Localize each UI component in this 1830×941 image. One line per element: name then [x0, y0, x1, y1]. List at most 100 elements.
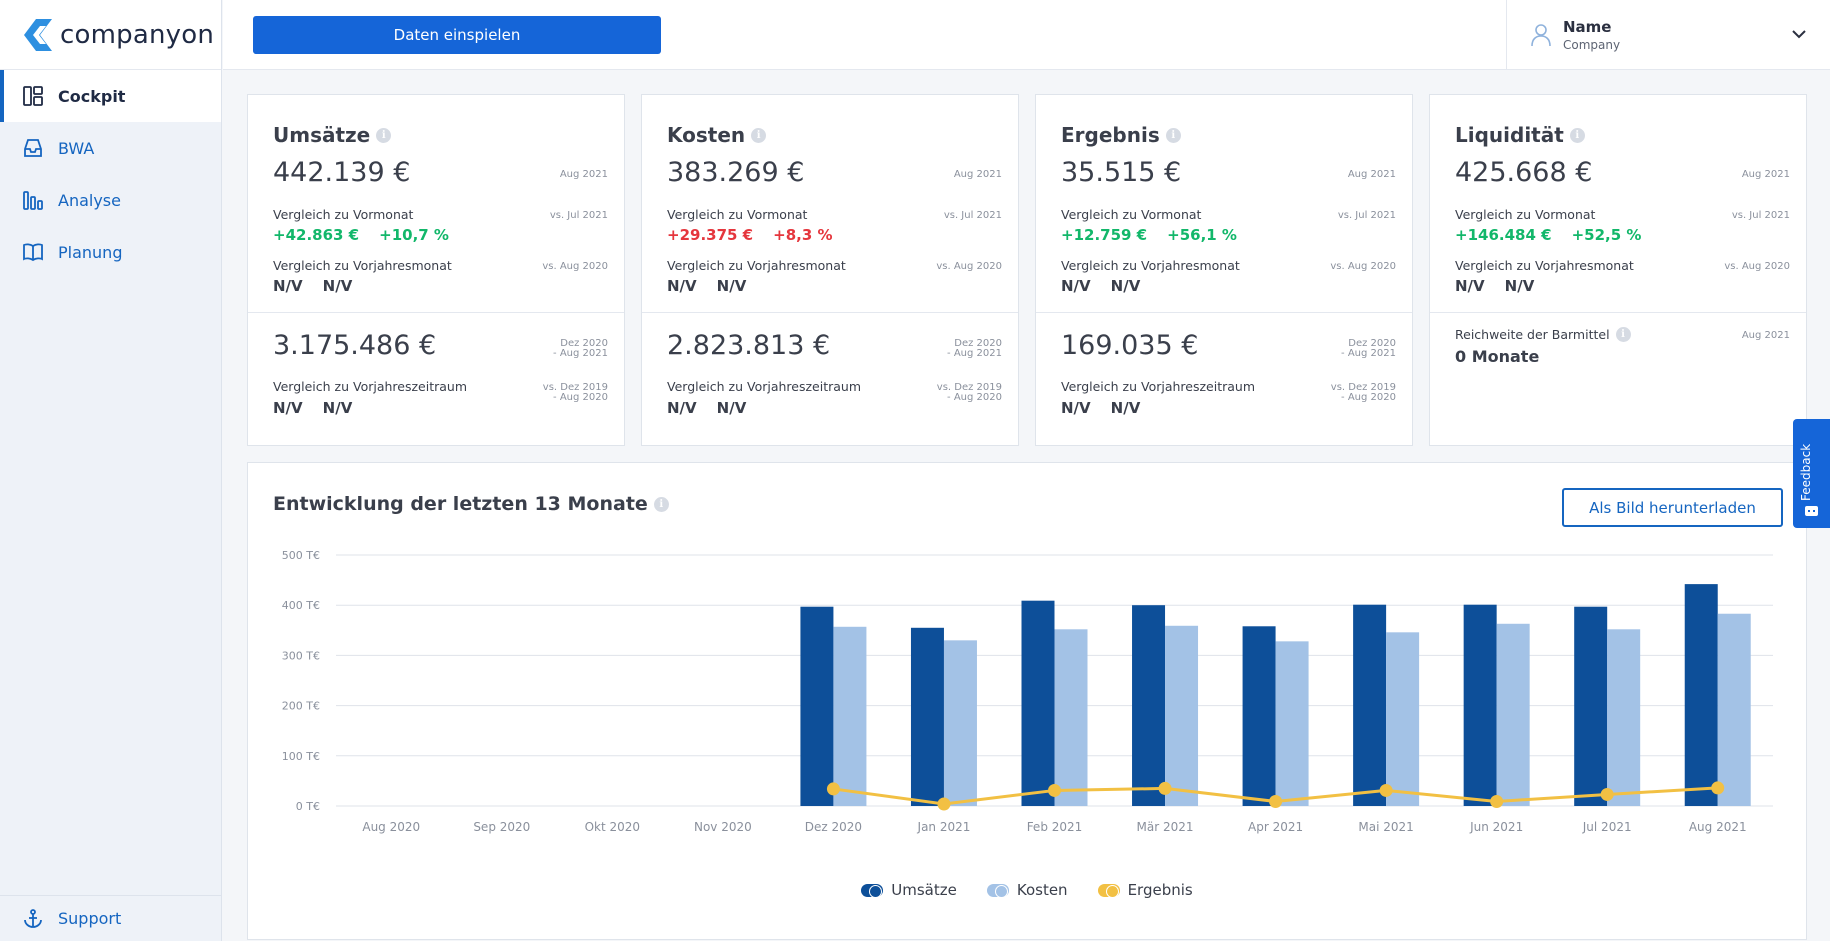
chat-icon	[1805, 506, 1818, 516]
info-icon[interactable]: i	[751, 127, 767, 143]
reichweite-label: Reichweite der Barmittel i	[1455, 327, 1631, 342]
info-icon[interactable]: i	[1615, 327, 1631, 342]
sidebar: companyon Cockpit BWA Analyse Planung Su…	[0, 0, 222, 941]
range-date-end: - Aug 2021	[947, 348, 1002, 359]
vormonat-date: vs. Jul 2021	[1731, 210, 1790, 221]
reichweite-date: Aug 2021	[1741, 330, 1790, 341]
sidebar-item-label: Planung	[58, 242, 123, 262]
range-date: Dez 2020- Aug 2021	[553, 339, 608, 359]
bar-umsaetze	[1353, 604, 1387, 806]
bar-umsaetze	[800, 606, 834, 806]
legend-item-umsaetze[interactable]: Umsätze	[861, 881, 957, 899]
vormonat-values: +42.863 € +10,7 %	[273, 226, 449, 244]
card-title-text: Liquidität	[1455, 123, 1564, 147]
bar-kosten	[1165, 625, 1199, 806]
info-icon[interactable]: i	[1569, 127, 1585, 143]
kpi-card-umsaetze: Umsätze i 442.139 € Aug 2021 Vergleich zu…	[247, 94, 625, 446]
card-date: Aug 2021	[1741, 169, 1790, 180]
sidebar-item-planung[interactable]: Planung	[0, 226, 221, 278]
bar-kosten	[1054, 629, 1088, 806]
feedback-tab[interactable]: Feedback	[1793, 419, 1830, 528]
user-icon	[1531, 24, 1551, 47]
vormonat-date: vs. Jul 2021	[943, 210, 1002, 221]
vorjahreszeitraum-label: Vergleich zu Vorjahreszeitraum	[667, 379, 862, 394]
legend-item-ergebnis[interactable]: Ergebnis	[1097, 881, 1193, 899]
bar-kosten	[1717, 613, 1751, 806]
range-value: 169.035 €	[1061, 330, 1199, 361]
vorjahreszeitraum-abs: N/V	[1061, 399, 1091, 417]
info-icon[interactable]: i	[376, 127, 392, 143]
point-ergebnis	[1600, 787, 1614, 801]
bar-umsaetze	[1132, 605, 1166, 806]
bar-kosten	[943, 640, 977, 806]
vorjahreszeitraum-date: vs. Dez 2019- Aug 2020	[543, 383, 608, 403]
range-date-end: - Aug 2021	[553, 348, 608, 359]
kpi-card-kosten: Kosten i 383.269 € Aug 2021 Vergleich zu …	[641, 94, 1019, 446]
sidebar-item-analyse[interactable]: Analyse	[0, 174, 221, 226]
bar-umsaetze	[1684, 584, 1718, 806]
point-ergebnis	[1048, 783, 1061, 797]
card-value: 383.269 €	[667, 157, 805, 188]
range-date: Dez 2020- Aug 2021	[1341, 339, 1396, 359]
sidebar-item-support[interactable]: Support	[0, 895, 222, 941]
x-tick-label: Sep 2020	[473, 820, 530, 834]
chart-panel: 0 T€ 100 T€ 200 T€ 300 T€ 400 T€ 500 T€ Aug 20…	[247, 462, 1807, 940]
sidebar-item-cockpit[interactable]: Cockpit	[0, 70, 221, 122]
download-image-button[interactable]: Als Bild herunterladen	[1562, 488, 1783, 527]
point-ergebnis	[826, 782, 840, 796]
divider	[642, 312, 1018, 313]
y-tick-label: 0 T€	[296, 800, 320, 813]
vorjahresmonat-date: vs. Aug 2020	[542, 261, 608, 272]
vorjahresmonat-pct: N/V	[322, 277, 353, 295]
sidebar-item-label: Analyse	[58, 190, 121, 210]
logo-text: companyon	[60, 19, 215, 50]
vormonat-abs: +29.375 €	[667, 226, 754, 244]
y-tick-label: 400 T€	[282, 599, 320, 612]
vormonat-label: Vergleich zu Vormonat	[1061, 207, 1202, 222]
point-ergebnis	[1490, 794, 1504, 808]
card-date: Aug 2021	[953, 169, 1002, 180]
reichweite-value: 0 Monate	[1455, 347, 1540, 366]
range-date: Dez 2020- Aug 2021	[947, 339, 1002, 359]
vormonat-pct: +52,5 %	[1571, 226, 1642, 244]
vorjahreszeitraum-pct: N/V	[716, 399, 747, 417]
legend-label: Umsätze	[891, 881, 957, 899]
vorjahresmonat-date: vs. Aug 2020	[1724, 261, 1790, 272]
vorjahreszeitraum-date: vs. Dez 2019- Aug 2020	[1331, 383, 1396, 403]
bar-umsaetze	[1463, 604, 1497, 806]
import-data-button[interactable]: Daten einspielen	[253, 16, 661, 54]
kpi-card-liquiditaet: Liquidität i 425.668 € Aug 2021 Vergleich…	[1429, 94, 1807, 446]
info-icon[interactable]: i	[653, 496, 669, 512]
card-value: 442.139 €	[273, 157, 411, 188]
inbox-icon	[24, 139, 42, 157]
x-tick-label: Nov 2020	[694, 820, 752, 834]
y-tick-label: 200 T€	[282, 700, 320, 713]
vormonat-label: Vergleich zu Vormonat	[1455, 207, 1596, 222]
legend-toggle-icon	[1097, 883, 1120, 898]
info-icon[interactable]: i	[1165, 127, 1181, 143]
vorjahresmonat-label: Vergleich zu Vorjahresmonat	[1455, 258, 1634, 273]
chevron-down-icon[interactable]	[1790, 25, 1808, 43]
vorjahreszeitraum-label: Vergleich zu Vorjahreszeitraum	[273, 379, 468, 394]
vorjahresmonat-pct: N/V	[1504, 277, 1535, 295]
logo[interactable]: companyon	[0, 0, 221, 70]
divider	[1036, 312, 1412, 313]
vormonat-pct: +8,3 %	[773, 226, 833, 244]
sidebar-item-bwa[interactable]: BWA	[0, 122, 221, 174]
vorjahresmonat-values: N/V N/V	[667, 277, 746, 295]
bar-kosten	[1386, 632, 1420, 806]
card-value: 425.668 €	[1455, 157, 1593, 188]
vorjahreszeitraum-label: Vergleich zu Vorjahreszeitraum	[1061, 379, 1256, 394]
legend-toggle-icon	[986, 883, 1009, 898]
user-menu[interactable]: Name Company	[1506, 0, 1830, 70]
point-ergebnis	[1711, 781, 1725, 795]
vorjahresmonat-label: Vergleich zu Vorjahresmonat	[667, 258, 846, 273]
topbar: Daten einspielen Name Company	[223, 0, 1830, 70]
sidebar-item-label: Cockpit	[58, 86, 126, 106]
vormonat-pct: +10,7 %	[379, 226, 449, 244]
legend-label: Kosten	[1016, 881, 1068, 899]
chart-title-text: Entwicklung der letzten 13 Monate	[273, 493, 648, 515]
vorjahresmonat-abs: N/V	[667, 277, 697, 295]
legend-item-kosten[interactable]: Kosten	[986, 881, 1068, 899]
vorjahresmonat-pct: N/V	[716, 277, 747, 295]
